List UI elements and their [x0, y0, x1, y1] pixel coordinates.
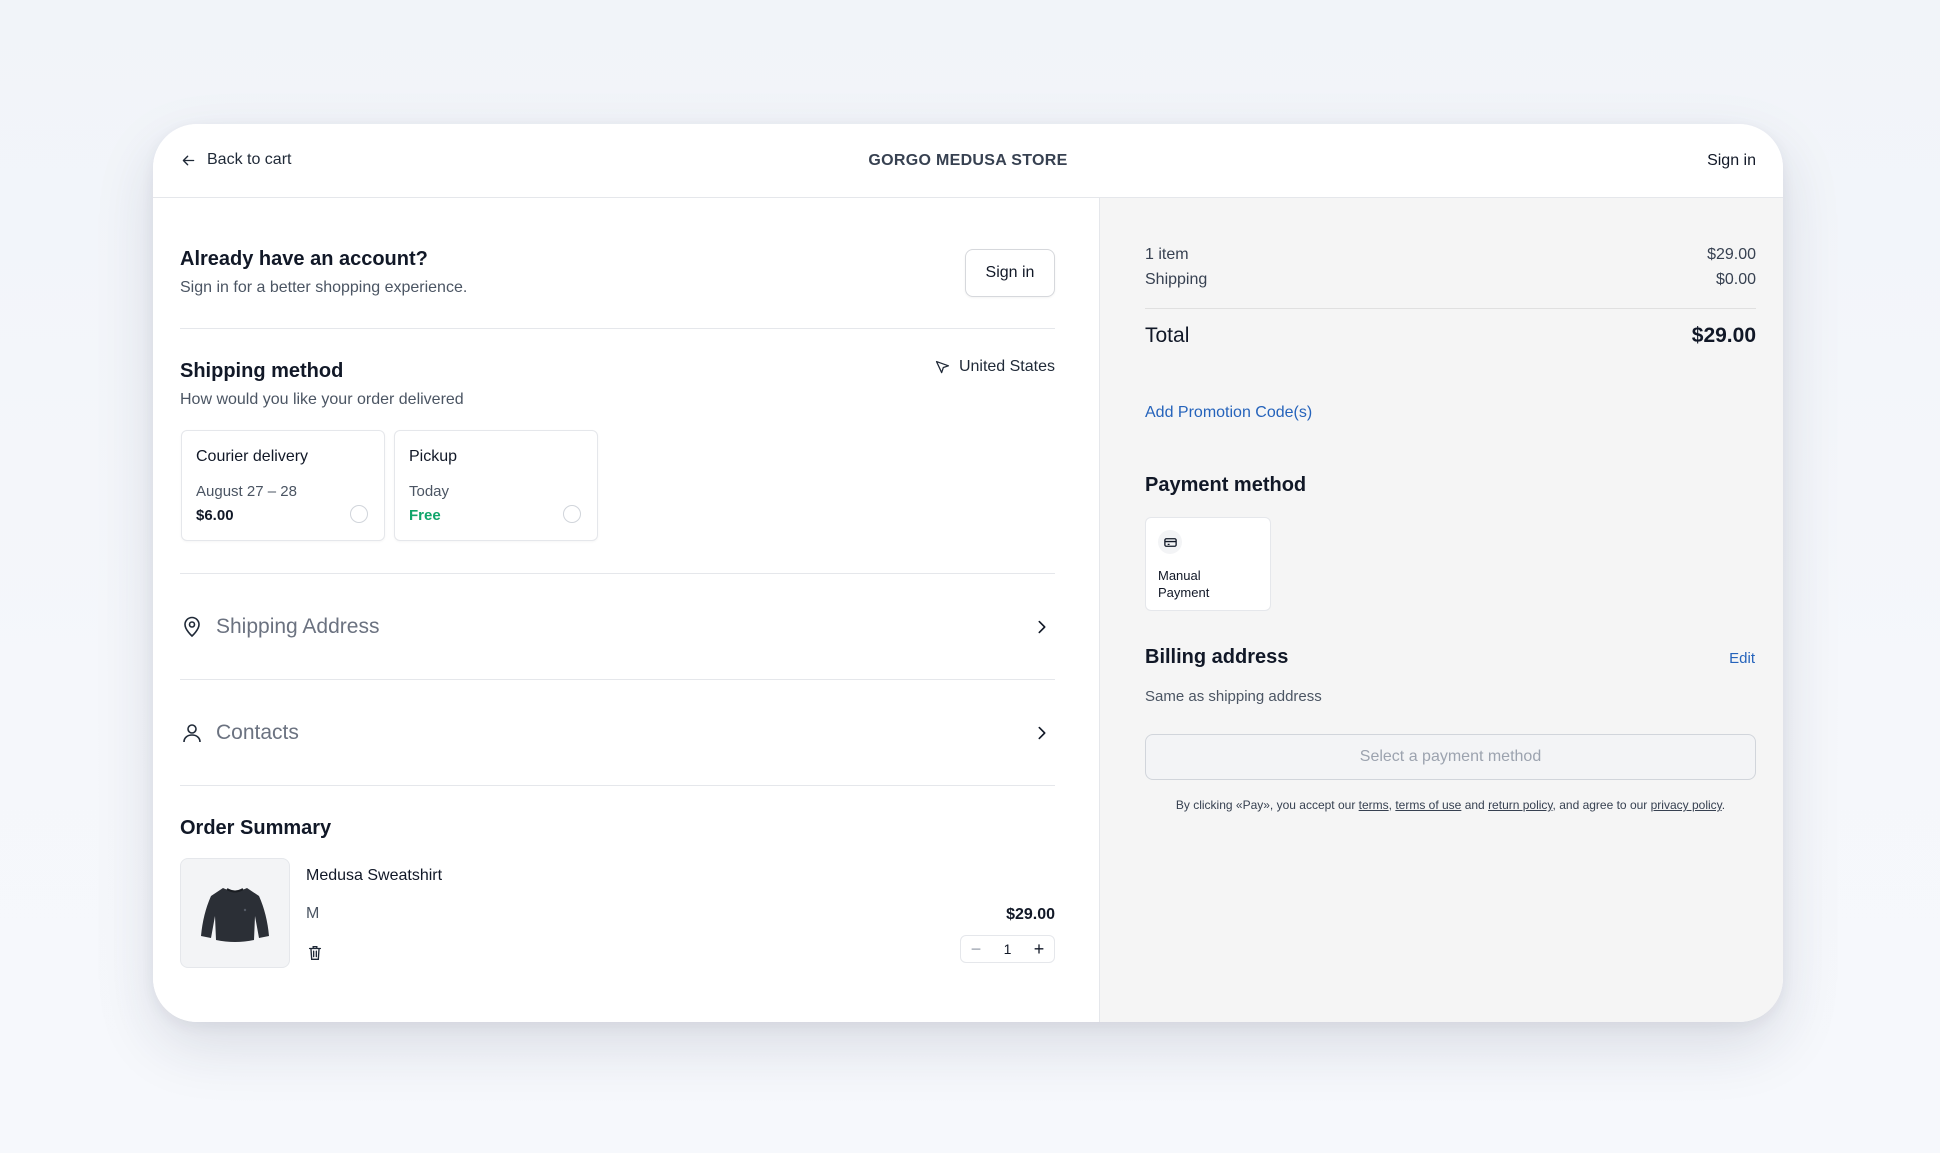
product-thumbnail [180, 858, 290, 968]
option-name: Pickup [409, 448, 458, 465]
sweatshirt-image [201, 888, 269, 942]
option-name: Courier delivery [196, 448, 309, 465]
option-radio[interactable] [563, 505, 581, 523]
product-name[interactable]: Medusa Sweatshirt [306, 867, 442, 885]
minus-icon[interactable]: − [967, 940, 985, 958]
account-subtitle: Sign in for a better shopping experience… [180, 279, 468, 296]
plus-icon[interactable]: + [1030, 940, 1048, 958]
shipping-option-pickup[interactable]: Pickup Today Free [394, 430, 598, 541]
chevron-right-icon [1038, 726, 1046, 740]
shipping-value: $0.00 [1715, 271, 1756, 288]
option-price: Free [409, 507, 441, 524]
order-summary-panel: 1 item $29.00 Shipping $0.00 Total $29.0… [1099, 198, 1783, 1022]
order-summary-title: Order Summary [180, 817, 332, 839]
terms-of-use-link[interactable]: terms of use [1395, 798, 1461, 812]
shipping-method-title: Shipping method [180, 360, 344, 382]
items-row: 1 item $29.00 [1145, 246, 1756, 264]
total-row: Total $29.00 [1145, 324, 1756, 348]
account-title: Already have an account? [180, 248, 428, 270]
divider [1145, 308, 1756, 309]
product-price: $29.00 [1006, 906, 1055, 923]
shipping-label: Shipping [1145, 271, 1208, 288]
option-date: Today [409, 483, 450, 500]
privacy-policy-link[interactable]: privacy policy [1651, 798, 1722, 812]
trash-icon[interactable] [306, 944, 324, 962]
return-policy-link[interactable]: return policy [1488, 798, 1552, 812]
legal-suffix: . [1721, 798, 1726, 812]
sign-in-button[interactable]: Sign in [965, 249, 1055, 297]
legal-notice: By clicking «Pay», you accept our terms,… [1145, 794, 1756, 816]
header-sign-in-link[interactable]: Sign in [1707, 152, 1756, 170]
quantity-value[interactable]: 1 [1004, 941, 1012, 957]
option-radio[interactable] [350, 505, 368, 523]
shipping-address-section[interactable]: Shipping Address [180, 574, 1055, 680]
shipping-option-courier[interactable]: Courier delivery August 27 – 28 $6.00 [181, 430, 385, 541]
billing-edit-link[interactable]: Edit [1729, 650, 1755, 667]
payment-method-label: Manual Payment [1158, 568, 1210, 600]
map-pin-icon [184, 616, 200, 638]
items-value: $29.00 [1707, 246, 1756, 263]
divider [180, 785, 1055, 786]
quantity-stepper[interactable]: − 1 + [960, 935, 1055, 963]
country-selector[interactable]: United States [934, 358, 1055, 376]
credit-card-icon [1158, 530, 1182, 554]
items-label: 1 item [1145, 246, 1189, 263]
total-value: $29.00 [1691, 324, 1756, 347]
terms-link[interactable]: terms [1359, 798, 1389, 812]
shipping-address-label: Shipping Address [216, 615, 380, 638]
payment-method-title: Payment method [1145, 474, 1307, 496]
add-promotion-code-link[interactable]: Add Promotion Code(s) [1145, 404, 1312, 422]
top-bar: Back to cart GORGO MEDUSA STORE Sign in [153, 124, 1783, 198]
total-label: Total [1145, 324, 1190, 347]
legal-prefix: By clicking «Pay», you accept our [1175, 798, 1359, 812]
contacts-label: Contacts [216, 721, 299, 744]
option-date: August 27 – 28 [196, 483, 297, 500]
legal-and: and [1461, 798, 1489, 812]
country-label: United States [958, 358, 1055, 375]
store-name[interactable]: GORGO MEDUSA STORE [153, 152, 1783, 170]
navigation-arrow-icon [935, 360, 950, 373]
checkout-window: Back to cart GORGO MEDUSA STORE Sign in … [153, 124, 1783, 1022]
billing-address-title: Billing address [1145, 646, 1289, 668]
legal-agree: , and agree to our [1552, 798, 1651, 812]
manual-payment-option[interactable]: Manual Payment [1145, 517, 1271, 611]
checkout-form: Already have an account? Sign in for a b… [153, 198, 1099, 1022]
shipping-method-subtitle: How would you like your order delivered [180, 391, 464, 408]
product-variant: M [306, 905, 320, 922]
select-payment-method-button[interactable]: Select a payment method [1145, 734, 1756, 780]
divider [180, 328, 1055, 329]
contacts-section[interactable]: Contacts [180, 680, 1055, 786]
chevron-right-icon [1038, 620, 1046, 634]
option-price: $6.00 [196, 507, 234, 524]
billing-address-subtitle: Same as shipping address [1145, 688, 1322, 705]
user-icon [183, 724, 201, 743]
shipping-row: Shipping $0.00 [1145, 271, 1756, 289]
